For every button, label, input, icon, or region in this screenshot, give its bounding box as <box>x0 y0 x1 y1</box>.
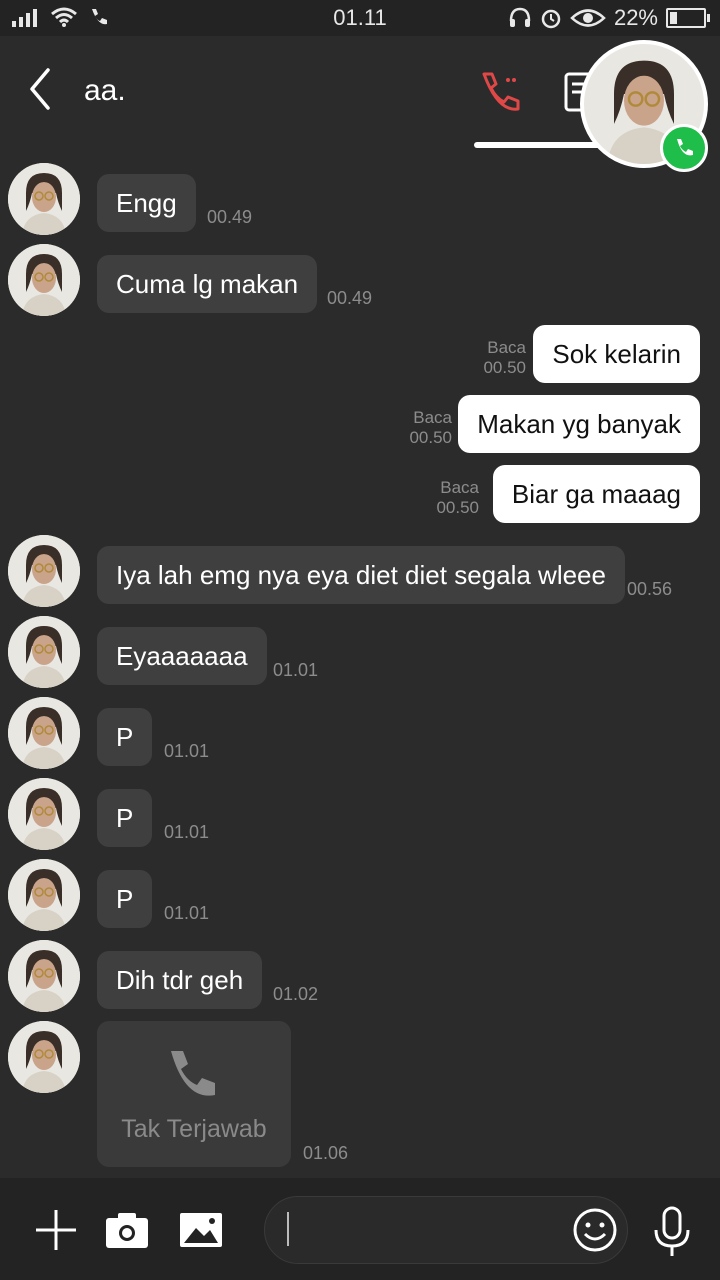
back-chevron-icon[interactable] <box>24 66 60 112</box>
phone-icon <box>677 139 693 156</box>
incoming-message[interactable]: Eyaaaaaaa <box>97 627 267 685</box>
microphone-icon[interactable] <box>652 1206 692 1258</box>
missed-call-label: Tak Terjawab <box>121 1115 267 1143</box>
incoming-message[interactable]: Dih tdr geh <box>97 951 263 1009</box>
phone-call-icon[interactable] <box>476 68 524 116</box>
contact-avatar[interactable] <box>8 940 80 1012</box>
message-time: 01.06 <box>303 1143 349 1163</box>
missed-call-card[interactable]: Tak Terjawab <box>97 1021 291 1167</box>
read-receipt: Baca 00.50 <box>436 478 479 517</box>
smiley-icon[interactable] <box>572 1207 618 1253</box>
eye-icon <box>570 9 606 27</box>
headset-icon <box>509 7 531 27</box>
message-time: 01.01 <box>164 741 210 761</box>
message-time: 00.49 <box>327 288 373 308</box>
active-call-badge[interactable] <box>660 124 708 172</box>
message-time: 01.01 <box>273 660 319 680</box>
outgoing-message[interactable]: Sok kelarin <box>533 325 700 383</box>
alarm-icon <box>541 9 561 29</box>
contact-avatar[interactable] <box>8 244 80 316</box>
read-receipt: Baca 00.50 <box>409 408 452 447</box>
message-time: 00.49 <box>207 207 253 227</box>
status-right-icons: 22% <box>508 5 710 31</box>
message-time: 00.56 <box>627 579 673 599</box>
incoming-message[interactable]: Iya lah emg nya eya diet diet segala wle… <box>97 546 625 604</box>
camera-icon[interactable] <box>104 1210 150 1250</box>
incoming-message[interactable]: P <box>97 789 153 847</box>
status-bar: 01.11 22% <box>0 0 720 36</box>
contact-avatar[interactable] <box>8 778 80 850</box>
contact-avatar[interactable] <box>8 859 80 931</box>
outgoing-message[interactable]: Biar ga maaag <box>492 465 700 523</box>
text-cursor <box>287 1212 289 1246</box>
battery-percent: 22% <box>613 5 658 30</box>
image-icon[interactable] <box>178 1210 224 1250</box>
missed-call-phone-icon <box>171 1051 215 1096</box>
incoming-message[interactable]: P <box>97 870 153 928</box>
message-time: 01.01 <box>164 822 210 842</box>
contact-avatar[interactable] <box>8 697 80 769</box>
incoming-message[interactable]: P <box>97 708 153 766</box>
plus-icon[interactable] <box>34 1208 78 1252</box>
contact-avatar[interactable] <box>8 616 80 688</box>
contact-avatar[interactable] <box>8 1021 80 1093</box>
contact-name: aa. <box>84 74 126 107</box>
contact-avatar[interactable] <box>8 535 80 607</box>
incoming-message[interactable]: Engg <box>97 174 196 232</box>
message-time: 01.02 <box>273 984 319 1004</box>
incoming-message[interactable]: Cuma lg makan <box>97 255 318 313</box>
read-receipt: Baca 00.50 <box>483 338 526 377</box>
message-time: 01.01 <box>164 903 210 923</box>
contact-avatar[interactable] <box>8 163 80 235</box>
outgoing-message[interactable]: Makan yg banyak <box>458 395 700 453</box>
battery-icon <box>666 8 710 28</box>
